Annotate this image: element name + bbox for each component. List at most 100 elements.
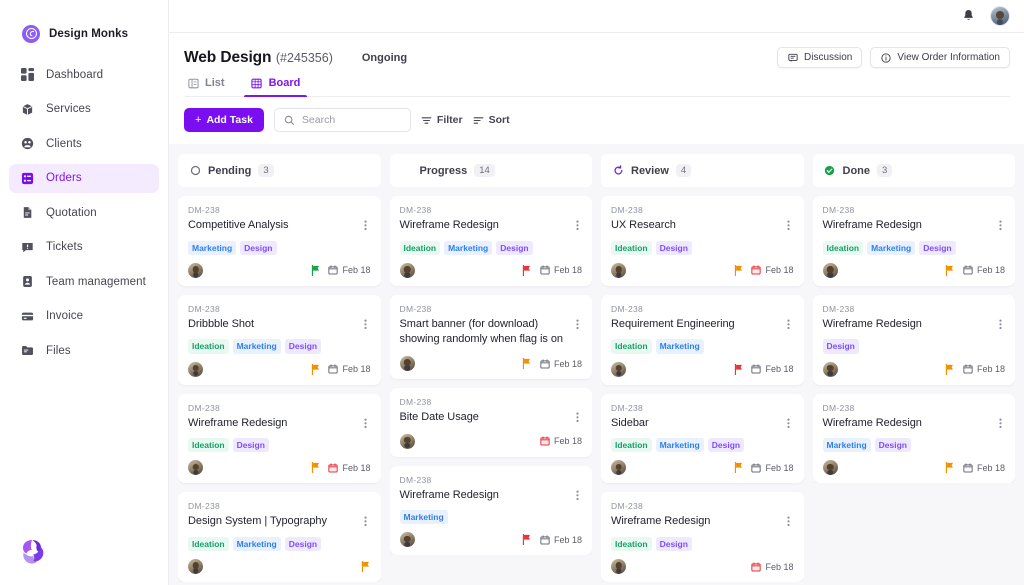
card-tag[interactable]: Design [874,438,911,453]
card-assignee-avatar[interactable] [399,433,415,449]
card-menu-icon[interactable] [572,317,582,331]
card-assignee-avatar[interactable] [611,460,626,476]
card-tag[interactable]: Ideation [188,339,229,354]
card-tag[interactable]: Marketing [232,537,281,552]
card-tag[interactable]: Marketing [444,240,493,255]
card-tag[interactable]: Ideation [822,240,864,255]
card-menu-icon[interactable] [572,488,582,502]
priority-flag-icon[interactable] [310,363,320,375]
card-tag[interactable]: Marketing [655,438,704,453]
card-tag[interactable]: Ideation [611,537,652,552]
sidebar-item-quotation[interactable]: Quotation [9,198,159,227]
card-assignee-avatar[interactable] [188,361,203,377]
card-tag[interactable]: Design [707,438,745,453]
task-card[interactable]: DM-238 Competitive Analysis Marketing Des… [178,196,381,286]
priority-flag-icon[interactable] [522,264,532,276]
card-menu-icon[interactable] [784,218,794,232]
card-assignee-avatar[interactable] [399,262,415,278]
task-card[interactable]: DM-238 Wireframe Redesign Design Feb 18 [812,294,1015,385]
discussion-button[interactable]: Discussion [777,47,863,68]
search-input[interactable] [301,114,401,126]
task-card[interactable]: DM-238 Dribbble Shot Ideation Marketing De… [178,294,381,385]
card-tag[interactable]: Design [232,438,269,453]
card-assignee-avatar[interactable] [822,361,838,377]
card-tag[interactable]: Design [284,537,322,552]
priority-flag-icon[interactable] [733,264,743,276]
card-tag[interactable]: Marketing [822,438,871,453]
card-assignee-avatar[interactable] [188,262,203,278]
card-assignee-avatar[interactable] [188,460,203,476]
priority-flag-icon[interactable] [733,462,743,474]
priority-flag-icon[interactable] [310,462,320,474]
sidebar-item-tickets[interactable]: Tickets [9,233,159,262]
avatar[interactable] [990,6,1010,26]
filter-button[interactable]: Filter [421,114,463,126]
card-tag[interactable]: Marketing [232,339,281,354]
priority-flag-icon[interactable] [310,264,320,276]
card-menu-icon[interactable] [784,317,794,331]
priority-flag-icon[interactable] [945,264,955,276]
card-tag[interactable]: Ideation [611,339,652,354]
card-assignee-avatar[interactable] [822,262,838,278]
task-card[interactable]: DM-238 Wireframe Redesign Marketing Feb … [389,465,592,556]
task-card[interactable]: DM-238 Smart banner (for download) showi… [389,294,592,380]
add-task-button[interactable]: + Add Task [184,108,264,132]
sidebar-item-team-management[interactable]: Team management [9,267,159,296]
priority-flag-icon[interactable] [522,534,532,546]
task-card[interactable]: DM-238 Wireframe Redesign Ideation Market… [389,196,592,286]
sidebar-item-files[interactable]: Files [9,336,159,365]
card-tag[interactable]: Ideation [399,240,441,255]
tab-list[interactable]: List [185,77,227,96]
card-tag[interactable]: Design [822,339,859,354]
card-tag[interactable]: Marketing [655,339,704,354]
column-header[interactable]: Done 3 [812,154,1015,187]
card-menu-icon[interactable] [784,514,794,528]
task-card[interactable]: DM-238 Wireframe Redesign Ideation Design… [178,393,381,484]
task-card[interactable]: DM-238 Wireframe Redesign Ideation Market… [812,196,1015,286]
card-tag[interactable]: Design [240,240,277,255]
sort-button[interactable]: Sort [473,114,510,126]
card-assignee-avatar[interactable] [611,559,626,575]
sidebar-item-services[interactable]: Services [9,95,159,124]
sidebar-item-clients[interactable]: Clients [9,129,159,158]
card-menu-icon[interactable] [361,416,371,430]
task-card[interactable]: DM-238 Sidebar Ideation Marketing Design F… [601,393,804,484]
card-assignee-avatar[interactable] [399,532,415,548]
card-menu-icon[interactable] [995,416,1005,430]
card-tag[interactable]: Design [284,339,322,354]
tab-board[interactable]: Board [243,77,308,97]
card-tag[interactable]: Ideation [188,438,229,453]
card-tag[interactable]: Design [655,537,692,552]
task-card[interactable]: DM-238 UX Research Ideation Design Feb 18 [601,196,804,286]
task-card[interactable]: DM-238 Wireframe Redesign Ideation Design… [601,492,804,583]
bell-icon[interactable] [960,8,976,24]
card-tag[interactable]: Marketing [867,240,916,255]
column-header[interactable]: Pending 3 [178,154,381,187]
task-card[interactable]: DM-238 Requirement Engineering Ideation M… [601,294,804,385]
card-tag[interactable]: Design [655,240,692,255]
card-tag[interactable]: Design [496,240,533,255]
view-order-information-button[interactable]: View Order Information [870,47,1010,68]
card-tag[interactable]: Design [919,240,956,255]
priority-flag-icon[interactable] [733,363,743,375]
card-assignee-avatar[interactable] [188,559,203,575]
card-tag[interactable]: Marketing [399,510,448,525]
task-card[interactable]: DM-238 Wireframe Redesign Marketing Desig… [812,393,1015,484]
card-assignee-avatar[interactable] [822,460,838,476]
card-tag[interactable]: Ideation [188,537,229,552]
card-tag[interactable]: Ideation [611,240,652,255]
task-card[interactable]: DM-238 Design System | Typography Ideati… [178,492,381,583]
column-header[interactable]: Review 4 [601,154,804,187]
card-assignee-avatar[interactable] [611,361,626,377]
card-menu-icon[interactable] [572,410,582,424]
card-assignee-avatar[interactable] [399,356,415,372]
task-card[interactable]: DM-238 Bite Date Usage Feb 18 [389,388,592,457]
card-tag[interactable]: Ideation [611,438,652,453]
card-menu-icon[interactable] [361,317,371,331]
card-assignee-avatar[interactable] [611,262,626,278]
card-menu-icon[interactable] [361,218,371,232]
card-tag[interactable]: Marketing [188,240,237,255]
card-menu-icon[interactable] [995,317,1005,331]
sidebar-item-invoice[interactable]: Invoice [9,302,159,331]
sidebar-item-orders[interactable]: Orders [9,163,159,193]
